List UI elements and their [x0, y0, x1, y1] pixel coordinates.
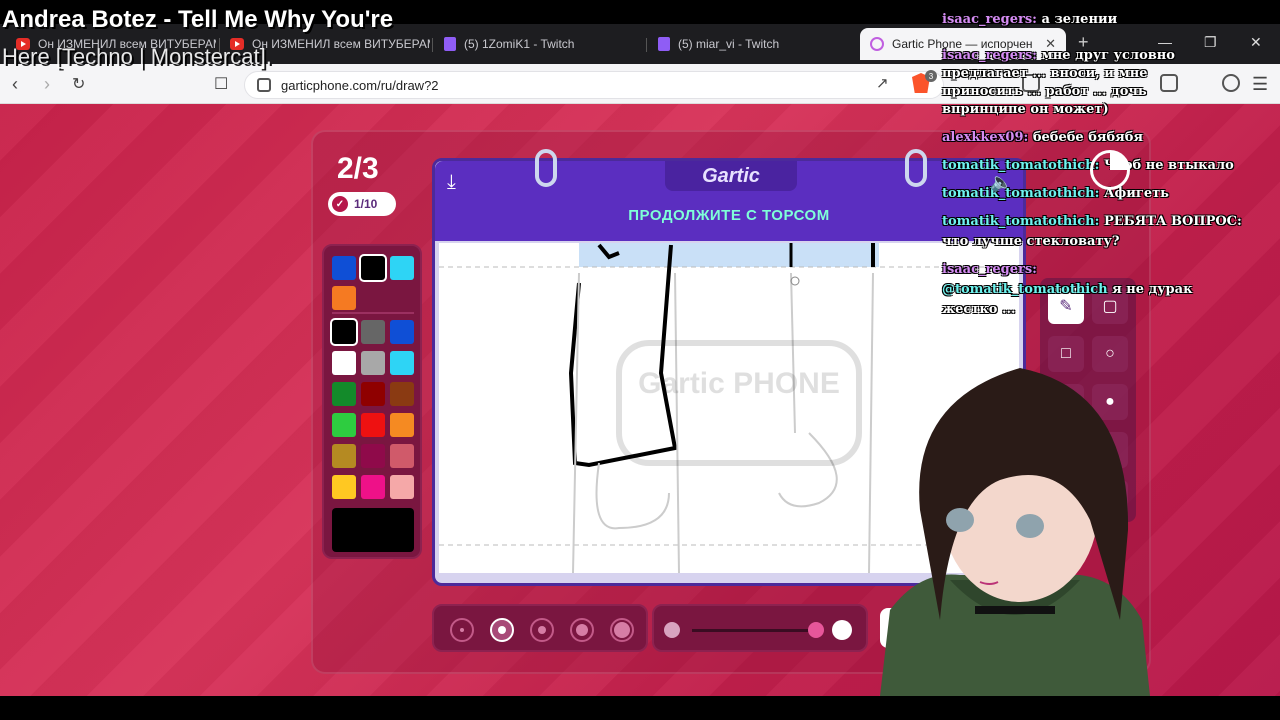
- drawing-prompt: ПРОДОЛЖИТЕ С ТОРСОМ: [628, 207, 830, 224]
- maximize-icon[interactable]: ❐: [1204, 34, 1217, 51]
- now-playing-title: Andrea Botez - Tell Me Why You're: [2, 6, 394, 33]
- address-bar: ‹ › ↻ ☐ garticphone.com/ru/draw?2 ↗: [0, 64, 1280, 104]
- new-tab-button[interactable]: +: [1078, 32, 1089, 53]
- brush-size-3[interactable]: [530, 618, 554, 642]
- pen-tool-button[interactable]: ✎: [1048, 288, 1084, 324]
- screenshot-icon[interactable]: [1022, 74, 1040, 92]
- shield-count-badge: 3: [925, 70, 937, 82]
- close-tab-icon[interactable]: ✕: [1045, 36, 1056, 52]
- color-swatch[interactable]: [332, 413, 356, 437]
- color-swatch[interactable]: [390, 351, 414, 375]
- forward-icon[interactable]: ›: [44, 74, 50, 95]
- vtuber-avatar: [880, 368, 1150, 696]
- opacity-bar: [652, 604, 868, 652]
- color-swatch[interactable]: [332, 286, 356, 310]
- timer-icon: [1090, 150, 1130, 190]
- opacity-low-icon: [664, 622, 680, 638]
- volume-icon[interactable]: 🔈: [990, 172, 1012, 193]
- gartic-watermark: Gartic PHONE: [616, 340, 862, 466]
- color-swatch[interactable]: [390, 413, 414, 437]
- color-swatch[interactable]: [359, 254, 387, 282]
- color-swatch[interactable]: [332, 351, 356, 375]
- binder-ring: [535, 149, 557, 187]
- tab-label: Он ИЗМЕНИЛ всем ВИТУБЕРАМ: [252, 37, 430, 51]
- color-swatch[interactable]: [361, 351, 385, 375]
- opacity-high-icon: [832, 620, 852, 640]
- twitch-icon: [658, 37, 670, 51]
- url-text: garticphone.com/ru/draw?2: [281, 77, 439, 93]
- color-swatch[interactable]: [361, 413, 385, 437]
- color-swatch[interactable]: [361, 320, 385, 344]
- brush-size-5[interactable]: [610, 618, 634, 642]
- wallet-icon[interactable]: [1160, 74, 1178, 92]
- color-swatch[interactable]: [390, 256, 414, 280]
- brush-size-1[interactable]: [450, 618, 474, 642]
- bookmark-icon[interactable]: ☐: [214, 74, 228, 94]
- download-icon[interactable]: ⤓: [447, 171, 469, 193]
- done-count: 1/10: [354, 197, 378, 211]
- color-swatch[interactable]: [390, 382, 414, 406]
- color-swatch[interactable]: [361, 444, 385, 468]
- color-swatch[interactable]: [332, 475, 356, 499]
- screen: Он ИЗМЕНИЛ всем ВИТУБЕРАМ Он ИЗМЕНИЛ все…: [0, 0, 1280, 720]
- color-swatch[interactable]: [332, 382, 356, 406]
- current-color-swatch: [332, 508, 414, 552]
- site-info-icon[interactable]: [257, 78, 271, 92]
- eraser-tool-button[interactable]: ▢: [1092, 288, 1128, 324]
- gartic-logo: Gartic: [665, 161, 797, 191]
- color-swatch[interactable]: [361, 382, 385, 406]
- gartic-icon: [870, 37, 884, 51]
- drawing-header: ⤓ Gartic ПРОДОЛЖИТЕ С ТОРСОМ: [435, 161, 1023, 241]
- color-swatch[interactable]: [390, 444, 414, 468]
- tab-label: (5) 1ZomiK1 - Twitch: [464, 37, 575, 51]
- palette-divider: [332, 312, 414, 314]
- color-swatch[interactable]: [332, 444, 356, 468]
- reload-icon[interactable]: ↻: [72, 74, 85, 94]
- round-indicator: 2/3: [337, 152, 379, 185]
- tab-label: (5) miar_vi - Twitch: [678, 37, 780, 51]
- menu-icon[interactable]: ☰: [1252, 74, 1268, 95]
- color-swatch[interactable]: [332, 256, 356, 280]
- close-window-icon[interactable]: ✕: [1250, 34, 1262, 51]
- color-swatch[interactable]: [330, 318, 358, 346]
- done-counter: ✓ 1/10: [328, 192, 396, 216]
- bottom-bar: [0, 696, 1280, 720]
- tab-label: Gartic Phone — испорченный: [892, 37, 1032, 51]
- binder-ring: [905, 149, 927, 187]
- check-icon: ✓: [332, 196, 348, 212]
- share-icon[interactable]: ↗: [876, 74, 889, 92]
- tab-twitch-2[interactable]: (5) miar_vi - Twitch: [648, 28, 858, 60]
- twitch-icon: [444, 37, 456, 51]
- color-swatch[interactable]: [390, 320, 414, 344]
- url-field[interactable]: garticphone.com/ru/draw?2: [244, 71, 944, 99]
- watermark-text: Gartic PHONE: [638, 367, 840, 400]
- back-icon[interactable]: ‹: [12, 74, 18, 95]
- color-swatch[interactable]: [361, 475, 385, 499]
- vpn-icon[interactable]: [1222, 74, 1240, 92]
- color-palette: [322, 244, 422, 559]
- opacity-slider-track[interactable]: [692, 629, 816, 632]
- brush-size-2[interactable]: [490, 618, 514, 642]
- minimize-icon[interactable]: —: [1158, 34, 1172, 50]
- brush-size-bar: [432, 604, 648, 652]
- now-playing-subtitle: Here [Techno | Monstercat].: [2, 44, 272, 69]
- tab-twitch-1[interactable]: (5) 1ZomiK1 - Twitch: [434, 28, 644, 60]
- brush-size-4[interactable]: [570, 618, 594, 642]
- tab-gartic-phone[interactable]: Gartic Phone — испорченный ✕: [860, 28, 1066, 60]
- opacity-slider-handle[interactable]: [808, 622, 824, 638]
- color-swatch[interactable]: [390, 475, 414, 499]
